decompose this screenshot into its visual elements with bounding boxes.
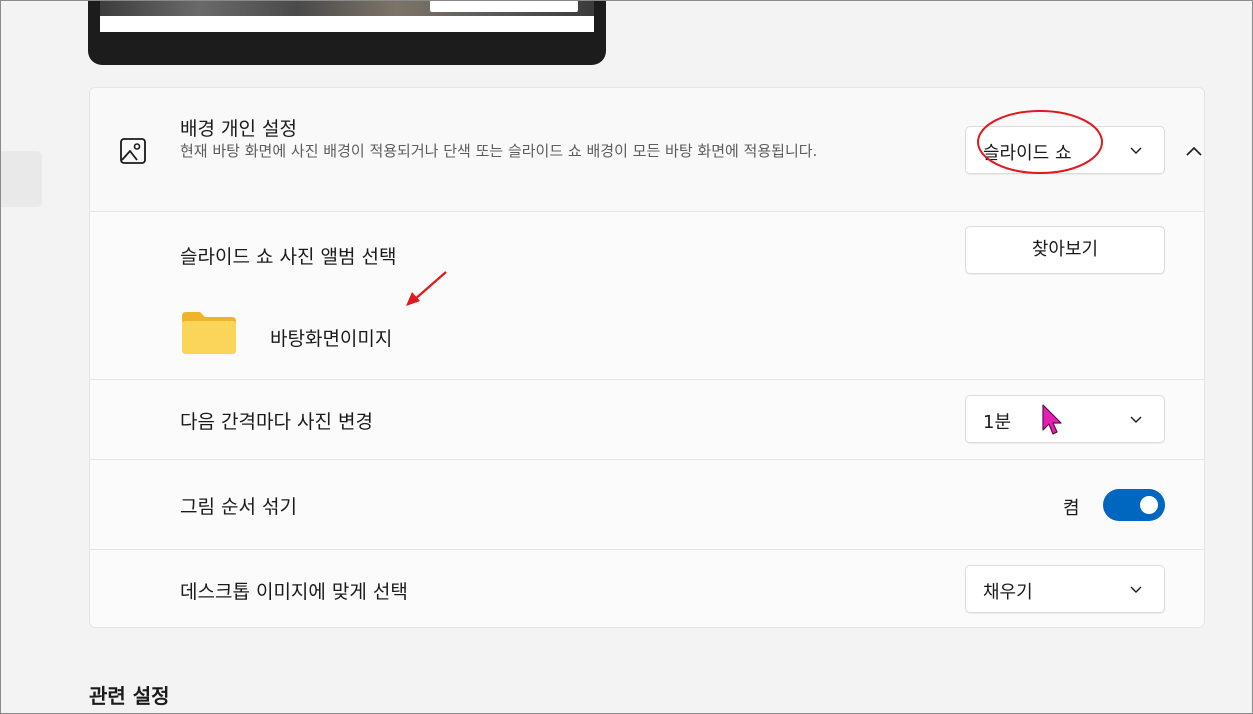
- fit-dropdown[interactable]: 채우기: [965, 565, 1165, 613]
- interval-dropdown[interactable]: 1분: [965, 395, 1165, 443]
- image-icon: [120, 138, 146, 164]
- change-interval-row: 다음 간격마다 사진 변경 1분: [90, 380, 1204, 460]
- fit-row: 데스크톱 이미지에 맞게 선택 채우기: [90, 550, 1204, 628]
- shuffle-row: 그림 순서 섞기 켬: [90, 460, 1204, 550]
- folder-icon: [182, 312, 236, 354]
- fit-value: 채우기: [983, 582, 1033, 603]
- chevron-up-icon[interactable]: [1183, 140, 1205, 162]
- nav-item-highlight[interactable]: [0, 151, 42, 207]
- shuffle-state-label: 켬: [1063, 498, 1080, 519]
- annotation-ellipse: [977, 110, 1103, 174]
- toggle-knob: [1140, 496, 1158, 514]
- annotation-arrow-icon: [406, 271, 447, 306]
- browse-button[interactable]: 찾아보기: [965, 226, 1165, 274]
- slideshow-album-title: 슬라이드 쇼 사진 앨범 선택: [180, 246, 397, 268]
- background-personalize-title: 배경 개인 설정: [180, 118, 297, 140]
- preview-wallpaper: [100, 0, 594, 32]
- fit-title: 데스크톱 이미지에 맞게 선택: [180, 581, 408, 603]
- preview-window: [430, 0, 578, 12]
- slideshow-album-row: 슬라이드 쇼 사진 앨범 선택 찾아보기 바탕화면이미지: [90, 212, 1204, 380]
- folder-name[interactable]: 바탕화면이미지: [270, 324, 392, 351]
- related-settings-heading: 관련 설정: [89, 684, 170, 708]
- change-interval-title: 다음 간격마다 사진 변경: [180, 411, 373, 433]
- chevron-down-icon: [1130, 586, 1142, 593]
- shuffle-toggle[interactable]: [1103, 489, 1165, 521]
- desktop-preview: [88, 0, 606, 65]
- preview-taskbar: [100, 16, 594, 32]
- chevron-down-icon: [1130, 147, 1142, 154]
- interval-value: 1분: [983, 412, 1012, 433]
- chevron-down-icon: [1130, 416, 1142, 423]
- shuffle-title: 그림 순서 섞기: [180, 496, 297, 518]
- mouse-cursor-icon: [1042, 404, 1062, 435]
- background-personalize-description: 현재 바탕 화면에 사진 배경이 적용되거나 단색 또는 슬라이드 쇼 배경이 …: [180, 142, 818, 160]
